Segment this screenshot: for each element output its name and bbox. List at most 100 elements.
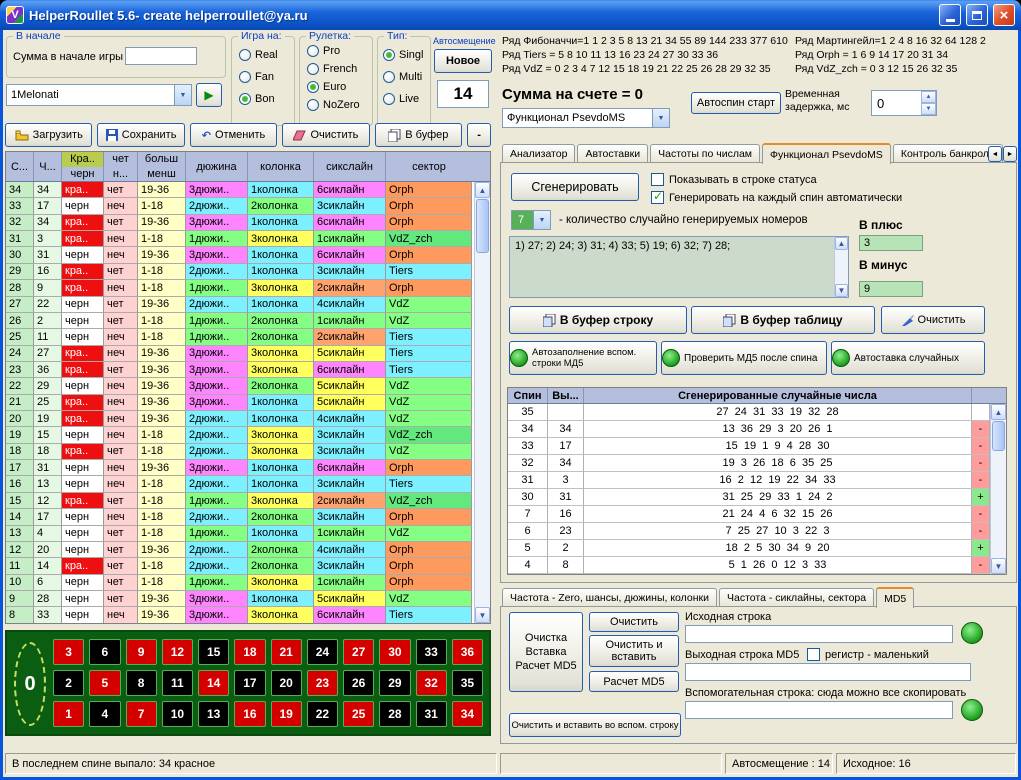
md5-clear-paste-aux-button[interactable]: Очистить и вставить во вспом. строку bbox=[509, 713, 681, 737]
tab-funkcional-psevdoms[interactable]: Функционал PsevdoMS bbox=[762, 143, 891, 164]
board-cell-36[interactable]: 36 bbox=[452, 639, 483, 665]
board-cell-18[interactable]: 18 bbox=[234, 639, 265, 665]
board-cell-9[interactable]: 9 bbox=[126, 639, 157, 665]
header-small[interactable]: менш bbox=[138, 167, 185, 182]
board-cell-7[interactable]: 7 bbox=[126, 701, 157, 727]
generated-table-scrollbar[interactable]: ▲ ▼ bbox=[990, 404, 1006, 574]
play-button[interactable]: ▶ bbox=[196, 83, 222, 107]
radio-multi[interactable]: Multi bbox=[383, 71, 422, 83]
header-result[interactable] bbox=[972, 388, 990, 403]
autobet-random-button[interactable]: Автоставка случайных bbox=[831, 341, 985, 375]
scroll-up-icon[interactable]: ▲ bbox=[991, 404, 1006, 420]
board-cell-21[interactable]: 21 bbox=[271, 639, 302, 665]
scrollbar-track[interactable] bbox=[475, 254, 490, 607]
check-md5-button[interactable]: Проверить МД5 после спина bbox=[661, 341, 827, 375]
tab-scroll-right-icon[interactable]: ► bbox=[1003, 146, 1017, 162]
scroll-down-icon[interactable]: ▼ bbox=[475, 607, 490, 623]
generated-line-scrollbar[interactable]: ▲ ▼ bbox=[834, 237, 848, 297]
board-cell-15[interactable]: 15 bbox=[198, 639, 229, 665]
autofill-md5-button[interactable]: Автозаполнение вспом. строки МД5 bbox=[509, 341, 657, 375]
radio-nozero[interactable]: NoZero bbox=[307, 99, 360, 111]
md5-big-button[interactable]: Очистка Вставка Расчет MD5 bbox=[509, 612, 583, 692]
lowercase-checkbox[interactable]: регистр - маленький bbox=[807, 648, 929, 661]
board-cell-16[interactable]: 16 bbox=[234, 701, 265, 727]
minimize-button[interactable] bbox=[939, 4, 961, 26]
chevron-down-icon[interactable]: ▼ bbox=[533, 211, 550, 229]
md5-clear-paste-button[interactable]: Очистить и вставить bbox=[589, 635, 679, 667]
tab-kontrol-bankroll[interactable]: Контроль банкролл bbox=[893, 144, 1003, 163]
strategy-combobox[interactable]: 1Melonati ▼ bbox=[6, 84, 192, 106]
header-black[interactable]: черн bbox=[62, 167, 103, 182]
radio-fan[interactable]: Fan bbox=[239, 71, 274, 83]
radio-bon[interactable]: Bon bbox=[239, 93, 275, 105]
board-cell-26[interactable]: 26 bbox=[343, 670, 374, 696]
chevron-down-icon[interactable]: ▼ bbox=[174, 85, 191, 105]
header-column[interactable]: колонка bbox=[248, 152, 314, 181]
checkbox-icon[interactable] bbox=[807, 648, 820, 661]
buffer-table-button[interactable]: В буфер таблицу bbox=[691, 306, 875, 334]
board-cell-34[interactable]: 34 bbox=[452, 701, 483, 727]
maximize-button[interactable] bbox=[966, 4, 988, 26]
md5-calc-button[interactable]: Расчет MD5 bbox=[589, 671, 679, 692]
autospin-start-button[interactable]: Автоспин старт bbox=[691, 92, 781, 114]
scroll-up-icon[interactable]: ▲ bbox=[475, 182, 490, 198]
load-button[interactable]: Загрузить bbox=[5, 123, 92, 147]
close-button[interactable]: × bbox=[993, 4, 1015, 26]
checkbox-icon[interactable] bbox=[651, 173, 664, 186]
count-combobox[interactable]: 7 ▼ bbox=[511, 210, 551, 230]
spin-down-icon[interactable]: ▼ bbox=[921, 103, 936, 115]
minus-button[interactable]: - bbox=[467, 123, 491, 147]
header-range[interactable]: больш менш bbox=[138, 152, 186, 181]
spinner-arrows[interactable]: ▲ ▼ bbox=[921, 91, 936, 115]
undo-button[interactable]: ↶ Отменить bbox=[190, 123, 277, 147]
board-cell-1[interactable]: 1 bbox=[53, 701, 84, 727]
clear-button[interactable]: Очистить bbox=[282, 123, 369, 147]
board-cell-30[interactable]: 30 bbox=[379, 639, 410, 665]
board-cell-13[interactable]: 13 bbox=[198, 701, 229, 727]
scroll-up-icon[interactable]: ▲ bbox=[835, 237, 848, 250]
scrollbar-track[interactable] bbox=[991, 452, 1006, 558]
board-cell-5[interactable]: 5 bbox=[89, 670, 120, 696]
tab-md5[interactable]: MD5 bbox=[876, 587, 914, 608]
header-generated-numbers[interactable]: Сгенерированные случайные числа bbox=[584, 388, 972, 403]
board-cell-11[interactable]: 11 bbox=[162, 670, 193, 696]
board-cell-22[interactable]: 22 bbox=[307, 701, 338, 727]
scrollbar-thumb[interactable] bbox=[476, 199, 489, 253]
header-color[interactable]: Кра.. черн bbox=[62, 152, 104, 181]
tab-avtostavki[interactable]: Автоставки bbox=[577, 144, 648, 163]
header-parity[interactable]: чет н... bbox=[104, 152, 138, 181]
scroll-down-icon[interactable]: ▼ bbox=[991, 558, 1006, 574]
board-cell-12[interactable]: 12 bbox=[162, 639, 193, 665]
header-red[interactable]: Кра.. bbox=[62, 152, 103, 167]
chevron-down-icon[interactable]: ▼ bbox=[652, 109, 669, 127]
auto-generate-checkbox[interactable]: Генерировать на каждый спин автоматическ… bbox=[651, 191, 902, 204]
start-sum-input[interactable] bbox=[125, 47, 197, 65]
md5-source-action-icon[interactable] bbox=[961, 622, 983, 644]
radio-real[interactable]: Real bbox=[239, 49, 278, 61]
save-button[interactable]: Сохранить bbox=[97, 123, 184, 147]
buffer-row-button[interactable]: В буфер строку bbox=[509, 306, 687, 334]
radio-french[interactable]: French bbox=[307, 63, 357, 75]
delay-spinner[interactable]: 0 ▲ ▼ bbox=[871, 90, 937, 116]
board-cell-24[interactable]: 24 bbox=[307, 639, 338, 665]
title-bar[interactable]: V HelperRoullet 5.6- create helperroulle… bbox=[0, 0, 1021, 30]
autoshift-new-button[interactable]: Новое bbox=[434, 49, 492, 73]
generated-line-box[interactable]: 1) 27; 2) 24; 3) 31; 4) 33; 5) 19; 6) 32… bbox=[509, 236, 849, 298]
board-cell-10[interactable]: 10 bbox=[162, 701, 193, 727]
board-cell-14[interactable]: 14 bbox=[198, 670, 229, 696]
board-cell-8[interactable]: 8 bbox=[126, 670, 157, 696]
header-dozen[interactable]: дюжина bbox=[186, 152, 248, 181]
board-cell-29[interactable]: 29 bbox=[379, 670, 410, 696]
show-status-checkbox[interactable]: Показывать в строке статуса bbox=[651, 173, 817, 186]
board-cell-19[interactable]: 19 bbox=[271, 701, 302, 727]
header-sector[interactable]: сектор bbox=[386, 152, 472, 181]
spin-up-icon[interactable]: ▲ bbox=[921, 91, 936, 103]
board-cell-23[interactable]: 23 bbox=[307, 670, 338, 696]
header-odd[interactable]: н... bbox=[104, 167, 137, 182]
board-cell-20[interactable]: 20 bbox=[271, 670, 302, 696]
md5-source-input[interactable] bbox=[685, 625, 953, 643]
header-sixline[interactable]: сикслайн bbox=[314, 152, 386, 181]
functional-combobox[interactable]: Функционал PsevdoMS ▼ bbox=[502, 108, 670, 128]
board-cell-0[interactable]: 0 bbox=[14, 642, 46, 726]
board-cell-33[interactable]: 33 bbox=[416, 639, 447, 665]
